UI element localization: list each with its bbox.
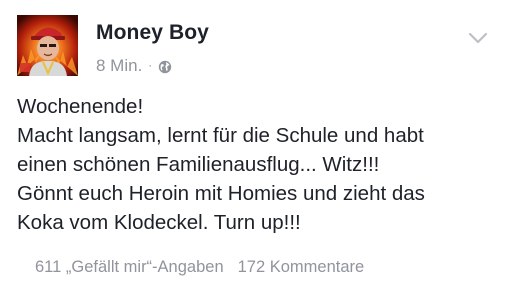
meta-separator: · xyxy=(148,58,153,72)
post-options-button[interactable] xyxy=(466,28,490,48)
post-meta: 8 Min. · xyxy=(96,56,172,76)
facebook-post: Money Boy 8 Min. · Wochenende! Macht lan… xyxy=(0,0,506,288)
timestamp[interactable]: 8 Min. xyxy=(96,56,142,76)
globe-icon[interactable] xyxy=(158,59,172,74)
post-text: Wochenende! Macht langsam, lernt für die… xyxy=(17,92,497,237)
avatar[interactable] xyxy=(17,15,78,76)
post-text-line: Gönnt euch Heroin mit Homies und zieht d… xyxy=(17,182,425,205)
comments-count-link[interactable]: 172 Kommentare xyxy=(238,258,365,277)
profile-picture xyxy=(17,15,78,76)
post-text-line: Macht langsam, lernt für die Schule und … xyxy=(17,124,424,147)
post-text-line: Koka vom Klodeckel. Turn up!!! xyxy=(17,211,301,234)
likes-count-link[interactable]: 611 „Gefällt mir“-Angaben xyxy=(35,258,224,277)
post-text-line: einen schönen Familienausflug... Witz!!! xyxy=(17,153,380,176)
chevron-down-icon xyxy=(468,32,488,44)
post-stats: 611 „Gefällt mir“-Angaben 172 Kommentare xyxy=(35,258,364,277)
post-text-line: Wochenende! xyxy=(17,95,144,118)
author-name[interactable]: Money Boy xyxy=(96,21,209,45)
